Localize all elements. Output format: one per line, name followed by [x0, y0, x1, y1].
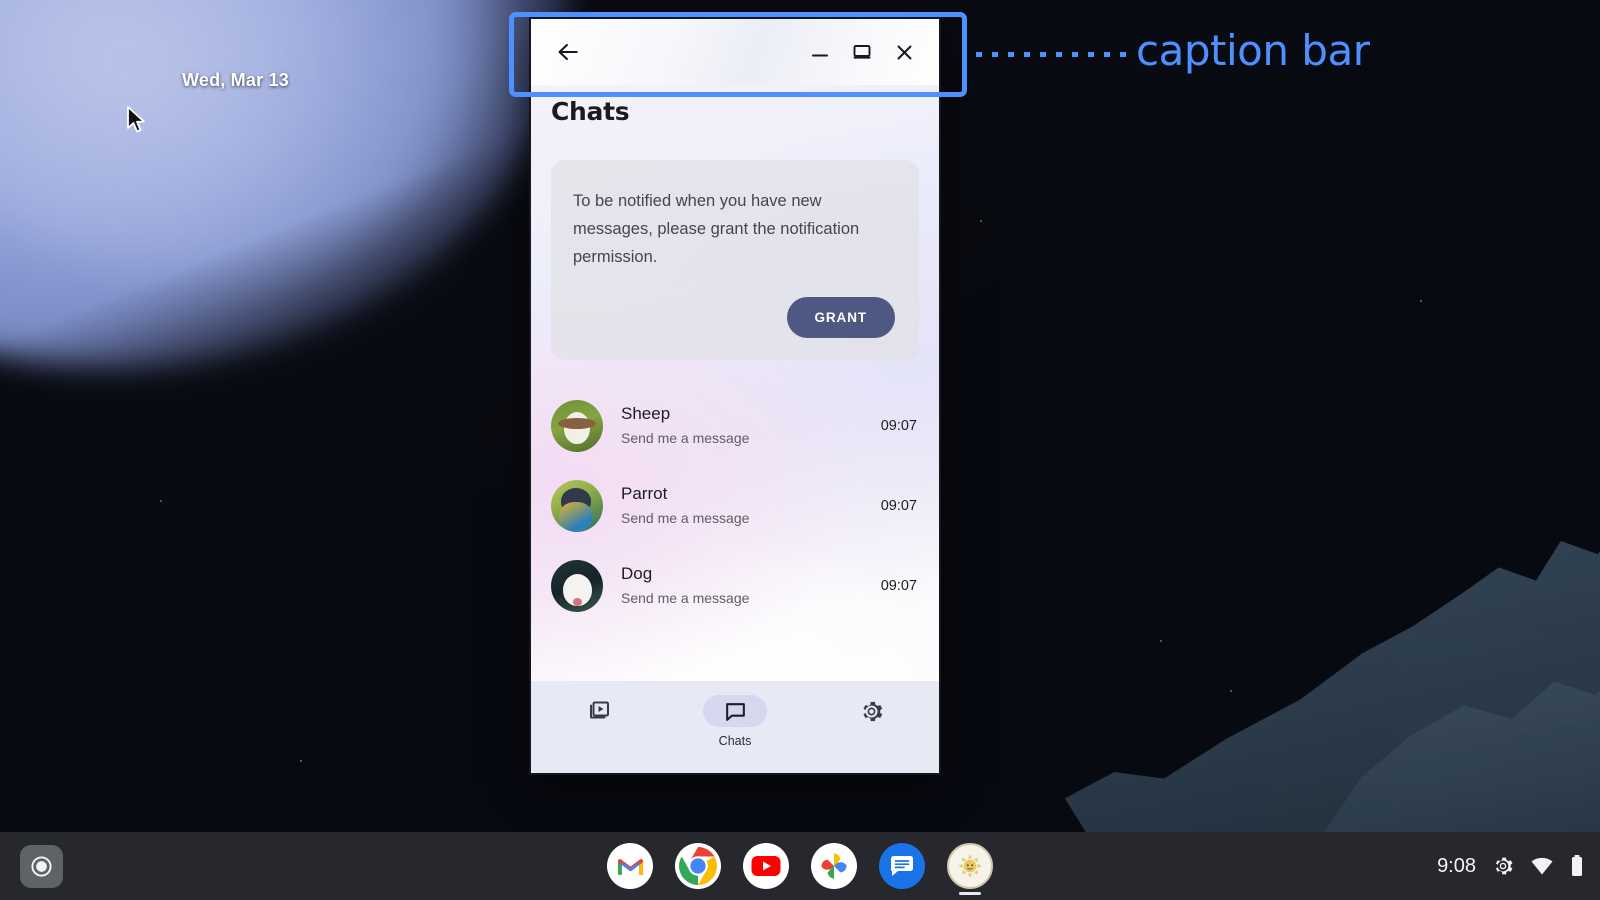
chat-name: Sheep: [621, 404, 671, 423]
star: [1230, 690, 1232, 692]
shelf: 9:08: [0, 832, 1600, 900]
back-button[interactable]: [551, 35, 585, 69]
nav-item-settings[interactable]: [803, 695, 939, 734]
minimize-button[interactable]: [799, 31, 841, 73]
wifi-icon[interactable]: [1530, 856, 1554, 876]
chat-demo-app-icon[interactable]: [947, 843, 993, 895]
arrow-cursor-icon: [126, 106, 148, 136]
chat-preview: Send me a message: [621, 430, 750, 446]
permission-action-row: GRANT: [573, 297, 895, 338]
chat-preview: Send me a message: [621, 510, 750, 526]
chat-name: Parrot: [621, 484, 668, 503]
youtube-app-icon[interactable]: [743, 843, 789, 889]
bottom-navigation-bar: Chats: [531, 681, 939, 773]
nav-label-chats: Chats: [718, 734, 752, 748]
nav-pill-settings: [839, 695, 903, 727]
star: [1160, 640, 1162, 642]
minimize-icon: [812, 54, 828, 57]
list-item[interactable]: Sheep Send me a message 09:07: [531, 386, 939, 466]
restore-button[interactable]: [841, 31, 883, 73]
chat-text: Sheep Send me a message: [621, 403, 881, 449]
star: [160, 500, 162, 502]
parrot-avatar: [551, 480, 603, 532]
chrome-app-icon[interactable]: [675, 843, 721, 889]
gear-icon[interactable]: [1492, 855, 1514, 877]
app-window[interactable]: Chats To be notified when you have new m…: [529, 17, 941, 775]
list-item[interactable]: Dog Send me a message 09:07: [531, 546, 939, 626]
nav-item-media[interactable]: [531, 695, 667, 734]
chat-timestamp: 09:07: [880, 498, 917, 514]
grant-button[interactable]: GRANT: [786, 297, 895, 338]
permission-message: To be notified when you have new message…: [573, 192, 860, 266]
nav-pill-media: [567, 695, 631, 727]
star: [300, 760, 302, 762]
gear-icon: [862, 701, 882, 721]
app-content: Chats To be notified when you have new m…: [531, 85, 939, 773]
chat-name: Dog: [621, 564, 653, 583]
star: [980, 220, 982, 222]
annotation-label: caption bar: [1136, 26, 1370, 75]
chat-text: Dog Send me a message: [621, 563, 881, 609]
chat-list: Sheep Send me a message 09:07 Parrot Sen…: [531, 386, 939, 626]
tray-clock[interactable]: 9:08: [1437, 855, 1476, 878]
nav-pill-chats: [703, 695, 767, 727]
chat-preview: Send me a message: [621, 590, 750, 606]
photos-app-icon[interactable]: [811, 843, 857, 889]
chat-timestamp: 09:07: [880, 578, 917, 594]
sun-emoji-icon: [958, 854, 982, 878]
list-item[interactable]: Parrot Send me a message 09:07: [531, 466, 939, 546]
nav-item-chats[interactable]: Chats: [667, 695, 803, 748]
annotation-connector-line: [976, 52, 1126, 57]
shelf-app-list: [0, 832, 1600, 900]
chat-timestamp: 09:07: [880, 418, 917, 434]
slideshow-icon: [590, 701, 609, 719]
caption-bar[interactable]: [531, 19, 939, 85]
close-icon: [897, 45, 911, 59]
restore-window-icon: [853, 45, 871, 59]
chat-bubble-icon: [725, 702, 745, 721]
active-app-indicator: [959, 892, 981, 895]
chat-text: Parrot Send me a message: [621, 483, 881, 529]
page-title: Chats: [551, 97, 630, 126]
close-button[interactable]: [883, 31, 925, 73]
system-tray[interactable]: 9:08: [1437, 832, 1584, 900]
dog-avatar: [551, 560, 603, 612]
sheep-avatar: [551, 400, 603, 452]
star: [1420, 300, 1422, 302]
desktop-date: Wed, Mar 13: [182, 70, 289, 90]
notification-permission-card: To be notified when you have new message…: [551, 160, 919, 360]
back-arrow-icon: [558, 43, 578, 61]
messages-app-icon[interactable]: [879, 843, 925, 889]
gmail-app-icon[interactable]: [607, 843, 653, 889]
battery-icon[interactable]: [1570, 854, 1584, 878]
